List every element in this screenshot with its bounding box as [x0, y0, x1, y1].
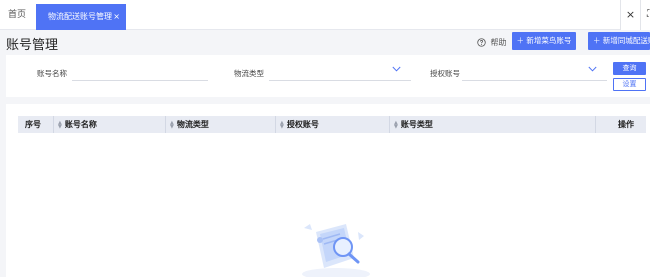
chevron-down-icon[interactable] — [588, 66, 597, 72]
tab-bar: 首页 物流配送账号管理 × × ⛶ — [0, 0, 650, 30]
close-all-icon[interactable]: × — [620, 0, 640, 30]
settings-button[interactable]: 设置 — [613, 78, 646, 91]
fullscreen-icon[interactable]: ⛶ — [640, 0, 650, 30]
account-name-label: 账号名称 — [37, 69, 67, 78]
logistics-type-label: 物流类型 — [234, 69, 264, 78]
help-icon — [477, 38, 486, 47]
column-label: 账号名称 — [64, 120, 97, 129]
sort-icon[interactable]: ▲ ▼ — [58, 120, 62, 129]
query-button[interactable]: 查询 — [613, 62, 646, 75]
logistics-type-select[interactable] — [269, 80, 411, 81]
help-link[interactable]: 帮助 — [477, 37, 507, 48]
tab-home[interactable]: 首页 — [0, 0, 34, 30]
chevron-down-icon[interactable] — [392, 66, 401, 72]
column-label: 账号类型 — [400, 120, 433, 129]
sort-icon[interactable]: ▲ ▼ — [394, 120, 398, 129]
filter-panel: 账号名称 物流类型 授权账号 查询 设置 — [6, 55, 650, 97]
auth-account-select[interactable] — [462, 80, 607, 81]
empty-state-icon — [302, 224, 370, 277]
tab-logistics-account[interactable]: 物流配送账号管理 × — [36, 4, 126, 30]
column-header-account-name[interactable]: ▲ ▼ 账号名称 — [54, 116, 166, 133]
column-header-actions: 操作 — [596, 116, 646, 133]
add-cainiao-account-button[interactable]: ＋ 新增菜鸟账号 — [512, 32, 576, 50]
tab-close-icon[interactable]: × — [113, 4, 120, 30]
page-title: 账号管理 — [6, 38, 59, 53]
column-label: 授权账号 — [286, 120, 319, 129]
add-tongcheng-account-button[interactable]: ＋ 新增同城配送账号 — [588, 32, 650, 50]
sort-icon[interactable]: ▲ ▼ — [170, 120, 174, 129]
table-header: 序号 ▲ ▼ 账号名称 ▲ ▼ 物流类型 ▲ ▼ 授权账号 ▲ ▼ 账号类型 操作 — [18, 116, 646, 133]
help-label: 帮助 — [490, 38, 507, 47]
account-name-input[interactable] — [72, 80, 208, 81]
sort-icon[interactable]: ▲ ▼ — [280, 120, 284, 129]
column-header-auth-account[interactable]: ▲ ▼ 授权账号 — [276, 116, 390, 133]
auth-account-label: 授权账号 — [430, 69, 460, 78]
column-label: 物流类型 — [176, 120, 209, 129]
tab-label: 物流配送账号管理 — [48, 12, 112, 21]
column-header-logistics-type[interactable]: ▲ ▼ 物流类型 — [166, 116, 276, 133]
column-label: 操作 — [618, 120, 634, 129]
column-label: 序号 — [25, 120, 41, 129]
column-header-account-type[interactable]: ▲ ▼ 账号类型 — [390, 116, 596, 133]
column-header-index: 序号 — [18, 116, 54, 133]
